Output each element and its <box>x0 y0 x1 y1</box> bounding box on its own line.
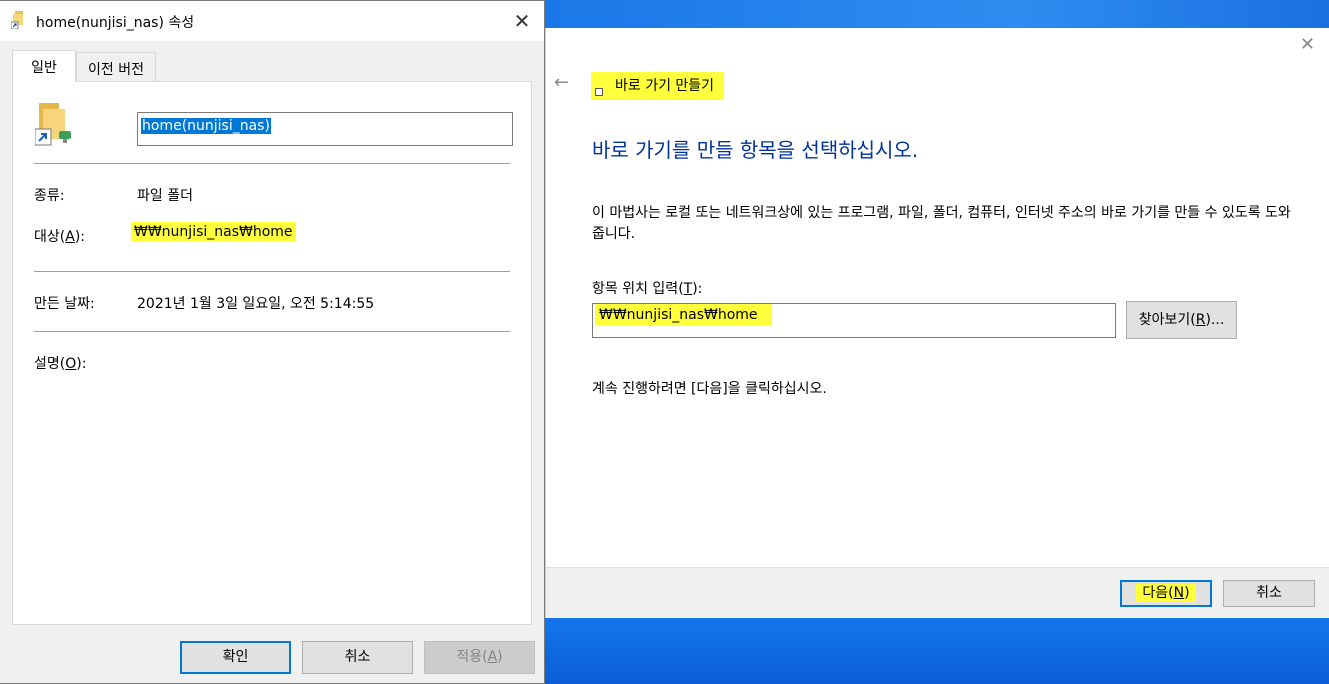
continue-instruction: 계속 진행하려면 [다음]을 클릭하십시오. <box>592 381 827 397</box>
apply-button[interactable]: 적용(A) <box>424 641 535 674</box>
tab-general[interactable]: 일반 <box>12 50 76 82</box>
wizard-cancel-button[interactable]: 취소 <box>1223 580 1315 607</box>
next-button[interactable]: 다음(N) <box>1120 580 1212 607</box>
wizard-footer: 다음(N) 취소 <box>546 567 1329 618</box>
target-value: ₩₩nunjisi_nas₩home <box>131 222 296 242</box>
general-tab-panel: home(nunjisi_nas) 종류: 파일 폴더 대상(A): ₩₩nun… <box>12 81 532 625</box>
divider <box>34 331 510 332</box>
wizard-heading: 바로 가기를 만들 항목을 선택하십시오. <box>592 138 919 162</box>
modified-value: 2021년 1월 3일 일요일, 오전 5:14:55 <box>137 296 375 312</box>
location-label: 항목 위치 입력(T): <box>592 281 703 297</box>
shortcut-icon <box>595 88 603 96</box>
folder-shortcut-icon <box>11 11 23 29</box>
browse-button[interactable]: 찾아보기(R)... <box>1126 301 1237 339</box>
location-input[interactable]: ₩₩nunjisi_nas₩home <box>592 303 1116 338</box>
divider <box>34 271 510 272</box>
divider <box>34 163 510 164</box>
tab-previous-versions[interactable]: 이전 버전 <box>76 52 156 81</box>
folder-shortcut-icon <box>35 103 71 146</box>
modified-label: 만든 날짜: <box>34 296 95 312</box>
name-field-value: home(nunjisi_nas) <box>141 118 271 134</box>
type-label: 종류: <box>34 188 65 204</box>
name-field[interactable]: home(nunjisi_nas) <box>137 112 513 146</box>
comment-label: 설명(O): <box>34 356 87 372</box>
desktop-wallpaper <box>545 0 1329 28</box>
back-arrow-icon[interactable]: ← <box>554 72 569 93</box>
ok-button[interactable]: 확인 <box>180 641 291 674</box>
desktop-wallpaper-bottom <box>545 618 1329 684</box>
create-shortcut-wizard: ✕ ← 바로 가기 만들기 바로 가기를 만들 항목을 선택하십시오. 이 마법… <box>545 28 1329 618</box>
close-icon[interactable]: ✕ <box>507 7 537 35</box>
type-value: 파일 폴더 <box>137 188 193 204</box>
wizard-description: 이 마법사는 로컬 또는 네트워크상에 있는 프로그램, 파일, 폴더, 컴퓨터… <box>592 205 1291 242</box>
properties-dialog: home(nunjisi_nas) 속성 ✕ 일반 이전 버전 home(nun… <box>0 0 545 684</box>
wizard-title: 바로 가기 만들기 <box>591 72 725 100</box>
properties-titlebar: home(nunjisi_nas) 속성 ✕ <box>0 1 544 41</box>
close-icon[interactable]: ✕ <box>1300 34 1315 55</box>
target-label: 대상(A): <box>34 229 85 245</box>
properties-title: home(nunjisi_nas) 속성 <box>36 15 195 31</box>
cancel-button[interactable]: 취소 <box>302 641 413 674</box>
